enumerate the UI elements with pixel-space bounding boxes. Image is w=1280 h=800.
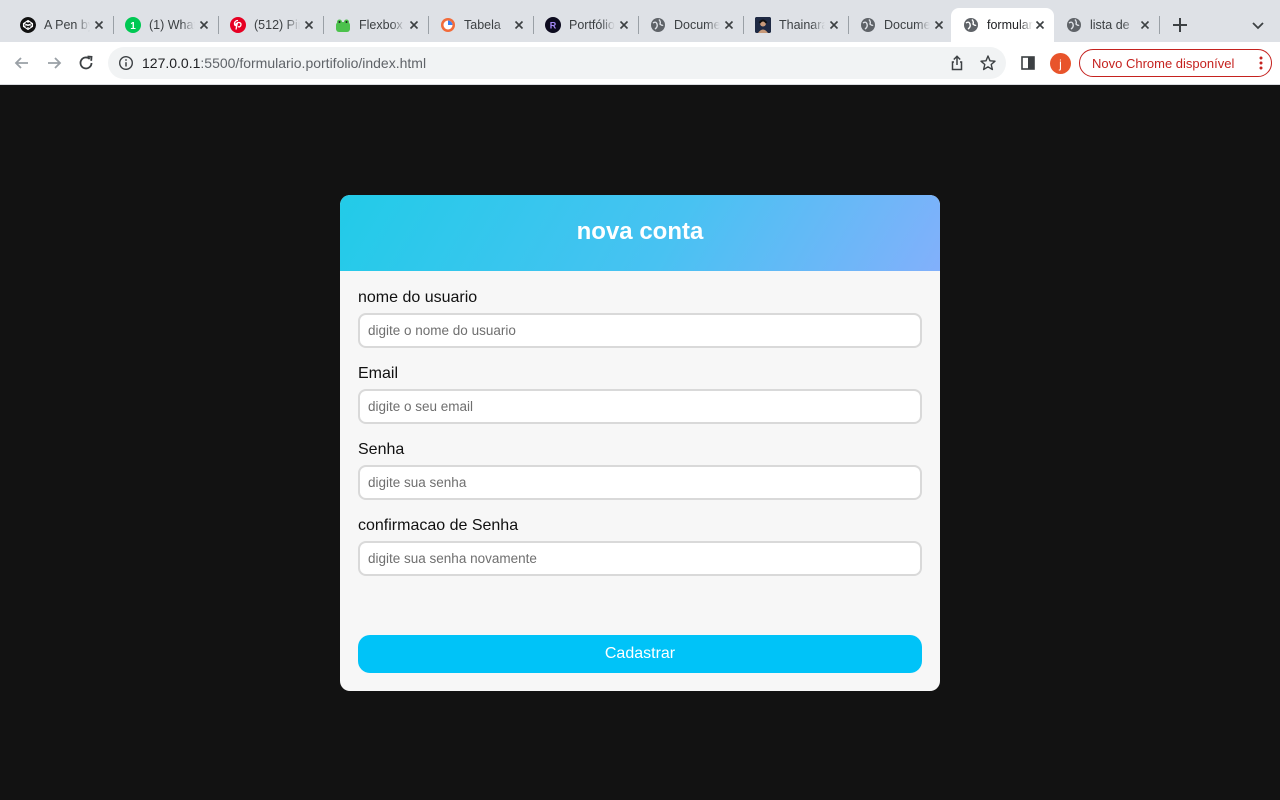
frog-icon (335, 17, 351, 33)
close-icon[interactable] (826, 17, 842, 33)
tab-title: Portfólio (569, 18, 615, 32)
email-field-group: Email (358, 365, 922, 424)
card-header: nova conta (340, 195, 940, 271)
svg-text:1: 1 (130, 21, 136, 32)
tab-title: Document (884, 18, 930, 32)
tab-title: (512) Pinterest (254, 18, 300, 32)
tab-search-chevron-icon[interactable] (1250, 17, 1266, 33)
password-input[interactable] (358, 465, 922, 500)
side-panel-icon[interactable] (1019, 54, 1037, 72)
username-input[interactable] (358, 313, 922, 348)
arrow-left-icon (14, 57, 28, 69)
confirm-password-field-group: confirmacao de Senha (358, 517, 922, 576)
forward-button[interactable] (43, 52, 65, 74)
tab-title: (1) WhatsApp (149, 18, 195, 32)
username-label: nome do usuario (358, 289, 478, 306)
register-button[interactable]: Cadastrar (358, 635, 922, 673)
tab-strip: A Pen by 1 (1) WhatsApp (512) Pinterest … (0, 0, 1280, 42)
close-icon[interactable] (1137, 17, 1153, 33)
codepen-icon (20, 17, 36, 33)
browser-toolbar: 127.0.0.1:5500/formulario.portifolio/ind… (0, 42, 1280, 85)
whatsapp-icon: 1 (125, 17, 141, 33)
tab-document-1[interactable]: Document (638, 8, 744, 42)
new-tab-plus-icon[interactable] (1170, 15, 1190, 35)
update-chrome-button[interactable]: Novo Chrome disponível (1079, 49, 1272, 77)
email-input[interactable] (358, 389, 922, 424)
avatar-icon (755, 17, 771, 33)
email-label: Email (358, 365, 399, 382)
password-label: Senha (358, 441, 405, 458)
close-icon[interactable] (1032, 17, 1048, 33)
tab-title: A Pen by (44, 18, 90, 32)
confirm-password-label: confirmacao de Senha (358, 517, 519, 534)
close-icon[interactable] (196, 17, 212, 33)
username-field-group: nome do usuario (358, 289, 922, 348)
close-icon[interactable] (91, 17, 107, 33)
reload-button[interactable] (75, 52, 97, 74)
tab-title: formulario (987, 18, 1033, 32)
share-icon[interactable] (948, 54, 966, 72)
tab-codepen[interactable]: A Pen by (8, 8, 114, 42)
tab-title: Flexbox Froggy (359, 18, 405, 32)
tab-formulario[interactable]: formulario (951, 8, 1054, 42)
tab-portfolio[interactable]: R Portfólio (533, 8, 639, 42)
password-field-group: Senha (358, 441, 922, 500)
address-bar[interactable]: 127.0.0.1:5500/formulario.portifolio/ind… (108, 47, 1006, 79)
tab-title: Tabela (464, 18, 501, 32)
close-icon[interactable] (301, 17, 317, 33)
globe-icon (1066, 17, 1082, 33)
bookmark-star-icon[interactable] (979, 54, 997, 72)
url-text[interactable]: 127.0.0.1:5500/formulario.portifolio/ind… (142, 55, 426, 71)
confirm-password-input[interactable] (358, 541, 922, 576)
tab-thainara[interactable]: Thainara (743, 8, 849, 42)
tab-lista[interactable]: lista de (1054, 8, 1160, 42)
globe-icon (963, 17, 979, 33)
form-title: nova conta (576, 218, 704, 245)
globe-icon (860, 17, 876, 33)
url-path: :5500/formulario.portifolio/index.html (200, 55, 427, 71)
tab-whatsapp[interactable]: 1 (1) WhatsApp (113, 8, 219, 42)
close-icon[interactable] (406, 17, 422, 33)
tab-divider (1159, 16, 1160, 34)
pinterest-icon (230, 17, 246, 33)
svg-text:R: R (550, 21, 557, 31)
signup-card: nova conta nome do usuario Email Senha c… (340, 195, 940, 691)
tab-title: Document (674, 18, 720, 32)
close-icon[interactable] (511, 17, 527, 33)
globe-icon (650, 17, 666, 33)
info-icon[interactable] (118, 55, 134, 71)
update-chrome-label: Novo Chrome disponível (1092, 55, 1235, 71)
back-button[interactable] (11, 52, 33, 74)
tab-title: Thainara (779, 18, 825, 32)
tab-pinterest[interactable]: (512) Pinterest (218, 8, 324, 42)
tab-flexbox[interactable]: Flexbox Froggy (323, 8, 429, 42)
close-icon[interactable] (616, 17, 632, 33)
arrow-right-icon (48, 57, 62, 69)
profile-avatar[interactable]: j (1050, 53, 1071, 74)
more-vertical-icon (1259, 56, 1263, 70)
close-icon[interactable] (721, 17, 737, 33)
tab-title: lista de (1090, 18, 1130, 32)
tab-document-2[interactable]: Document (848, 8, 953, 42)
signup-form: nome do usuario Email Senha confirmacao … (340, 271, 940, 576)
close-icon[interactable] (931, 17, 947, 33)
url-host: 127.0.0.1 (142, 55, 201, 71)
tab-tabela[interactable]: Tabela (428, 8, 534, 42)
reload-icon (79, 55, 93, 70)
tabela-icon (440, 17, 456, 33)
portfolio-icon: R (545, 17, 561, 33)
